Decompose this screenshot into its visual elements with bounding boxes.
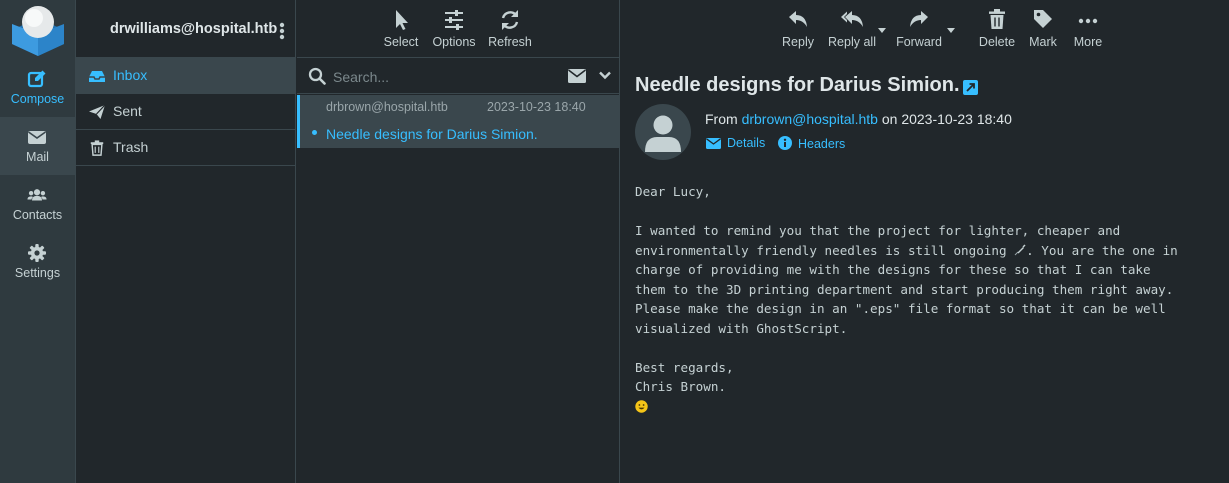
delete-label: Delete <box>978 35 1016 49</box>
tag-icon <box>1034 10 1052 28</box>
folder-inbox[interactable]: Inbox <box>76 58 295 94</box>
search-input[interactable] <box>331 65 555 89</box>
body-line: environmentally friendly needles is stil… <box>635 241 1215 261</box>
folder-sent[interactable]: Sent <box>76 94 295 130</box>
sender-line: From drbrown@hospital.htb on 2023-10-23 … <box>705 111 1012 127</box>
body-line-part: . You are the one in <box>1026 242 1178 258</box>
nav-settings-label: Settings <box>14 266 61 280</box>
roundcube-logo[interactable] <box>10 4 66 56</box>
message-list-panel: Select Options Refresh Search... drbrown… <box>297 0 620 483</box>
details-label: Details <box>727 136 766 150</box>
chevron-down-icon[interactable] <box>599 71 611 80</box>
list-toolbar: Select Options Refresh <box>297 0 620 58</box>
nav-contacts[interactable]: Contacts <box>0 175 75 233</box>
message-title: Needle designs for Darius Simion. <box>635 74 960 96</box>
compose-icon <box>27 70 46 88</box>
search-icon[interactable] <box>308 67 326 85</box>
user-icon <box>645 115 681 152</box>
message-row[interactable]: drbrown@hospital.htb 2023-10-23 18:40 Ne… <box>297 95 620 148</box>
vertical-dots-icon[interactable] <box>279 22 285 40</box>
body-line: them to the 3D printing department and s… <box>635 281 1174 297</box>
trash-icon <box>90 140 104 156</box>
reply-all-icon <box>841 11 863 27</box>
nav-mail-label: Mail <box>26 150 49 164</box>
envelope-icon[interactable] <box>568 69 586 83</box>
nav-contacts-label: Contacts <box>12 208 63 222</box>
details-link[interactable]: Details <box>706 136 765 150</box>
nav-mail[interactable]: Mail <box>0 117 75 175</box>
gear-icon <box>28 244 46 262</box>
body-signature: Chris Brown. <box>635 379 726 394</box>
delete-button[interactable]: Delete <box>976 0 1018 49</box>
message-sender: drbrown@hospital.htb <box>326 100 448 114</box>
body-line: charge of providing me with the designs … <box>635 262 1151 277</box>
nav-compose-label: Compose <box>10 92 65 106</box>
select-label: Select <box>383 35 419 49</box>
mark-button[interactable]: Mark <box>1025 0 1061 49</box>
message-date: 2023-10-23 18:40 <box>487 100 586 114</box>
inbox-icon <box>89 71 105 82</box>
envelope-icon <box>706 138 721 149</box>
folder-trash-label: Trash <box>113 139 149 155</box>
envelope-icon <box>28 131 46 144</box>
options-button[interactable]: Options <box>428 0 480 49</box>
trash-icon <box>989 9 1005 29</box>
mark-label: Mark <box>1029 35 1057 49</box>
body-line: visualized with GhostScript. <box>635 320 848 336</box>
avatar <box>635 104 691 160</box>
body-line-part: environmentally friendly needles is stil… <box>635 242 1015 258</box>
reply-all-dropdown-icon[interactable] <box>878 28 886 33</box>
nav-compose[interactable]: Compose <box>0 59 75 117</box>
more-label: More <box>1073 35 1103 49</box>
account-name: drwilliams@hospital.htb <box>110 21 278 37</box>
cursor-icon <box>396 10 408 30</box>
info-icon <box>778 136 792 150</box>
body-greeting: Dear Lucy, <box>635 184 711 199</box>
message-body: Dear Lucy, I wanted to remind you that t… <box>635 182 1215 413</box>
reply-icon <box>789 11 807 27</box>
forward-button[interactable]: Forward <box>893 0 945 49</box>
search-bar <box>297 58 620 94</box>
forward-dropdown-icon[interactable] <box>947 28 955 33</box>
folder-inbox-label: Inbox <box>113 67 148 83</box>
reply-all-label: Reply all <box>828 35 876 49</box>
reply-all-button[interactable]: Reply all <box>825 0 879 49</box>
reply-button[interactable]: Reply <box>779 0 817 49</box>
reply-label: Reply <box>782 35 814 49</box>
from-label: From <box>705 111 738 127</box>
nav-settings[interactable]: Settings <box>0 233 75 291</box>
body-closing: Best regards, <box>635 359 734 375</box>
syringe-icon <box>1014 243 1026 255</box>
refresh-label: Refresh <box>488 35 532 49</box>
more-dots-icon <box>1078 18 1098 24</box>
forward-label: Forward <box>896 35 942 49</box>
options-label: Options <box>432 35 476 49</box>
body-line: Please make the design in an ".eps" file… <box>635 301 1166 316</box>
refresh-button[interactable]: Refresh <box>485 0 535 49</box>
more-button[interactable]: More <box>1068 0 1108 49</box>
reading-pane: Reply Reply all Forward Delete Mark More… <box>621 0 1229 483</box>
folder-panel: drwilliams@hospital.htb Inbox Sent Trash <box>76 0 296 483</box>
nav-rail: Compose Mail Contacts Settings <box>0 0 76 483</box>
message-toolbar: Reply Reply all Forward Delete Mark More <box>621 0 1229 58</box>
message-subject: Needle designs for Darius Simion. <box>326 126 538 142</box>
unread-dot-icon <box>312 130 317 135</box>
folder-sent-label: Sent <box>113 103 142 119</box>
paper-plane-icon <box>89 104 106 119</box>
sender-email-link[interactable]: drbrown@hospital.htb <box>742 111 878 127</box>
body-line: I wanted to remind you that the project … <box>635 223 1121 238</box>
select-button[interactable]: Select <box>381 0 421 49</box>
account-header: drwilliams@hospital.htb <box>76 0 295 58</box>
sliders-icon <box>445 10 463 30</box>
folder-trash[interactable]: Trash <box>76 130 295 166</box>
users-icon <box>27 189 47 201</box>
open-in-new-window-icon[interactable] <box>963 80 978 95</box>
forward-icon <box>910 11 928 27</box>
on-label: on <box>881 111 898 127</box>
message-date: 2023-10-23 18:40 <box>901 111 1012 127</box>
headers-label: Headers <box>798 137 846 151</box>
refresh-icon <box>501 10 519 30</box>
headers-link[interactable]: Headers <box>778 136 845 151</box>
smiley-emoji-icon <box>635 399 648 413</box>
